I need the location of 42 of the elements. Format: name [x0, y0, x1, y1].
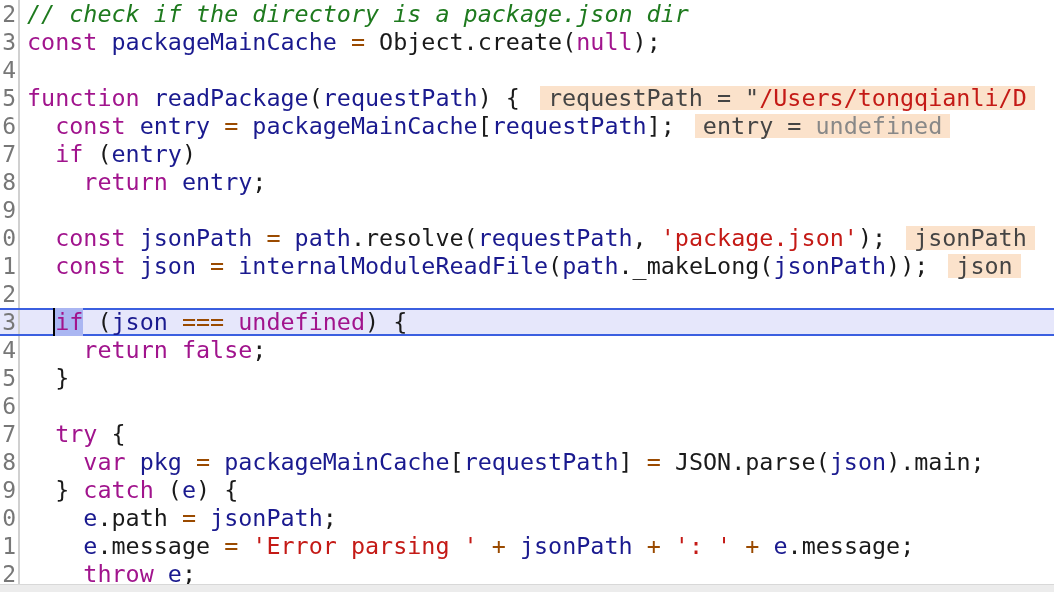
code-line: const packageMainCache = Object.create(null);	[27, 28, 661, 56]
line-number: 1	[2, 253, 16, 279]
code-line: try {	[55, 420, 126, 448]
code-line: return false;	[83, 336, 267, 364]
line-number: 5	[2, 85, 16, 111]
line-number: 4	[2, 337, 16, 363]
line-number: 9	[2, 197, 16, 223]
code-line: if (json === undefined) {	[55, 308, 408, 336]
inline-value: requestPath = "/Users/tongqianli/D	[539, 86, 1035, 110]
line-number: 5	[2, 365, 16, 391]
code-line: if (entry)	[55, 140, 197, 168]
code-line: var pkg = packageMainCache[requestPath] = JSON.parse(json).main;	[83, 448, 985, 476]
line-number: 1	[2, 533, 16, 559]
line-number: 4	[2, 57, 16, 83]
code-line: const entry = packageMainCache[requestPath];	[55, 112, 675, 140]
line-number: 0	[2, 505, 16, 531]
inline-value: entry = undefined	[694, 114, 951, 138]
inline-value: jsonPath	[906, 226, 1035, 250]
code-line: } catch (e) {	[55, 476, 239, 504]
code-line: e.path = jsonPath;	[83, 504, 337, 532]
line-number: 7	[2, 421, 16, 447]
code-line: }	[55, 364, 70, 392]
line-number: 2	[2, 561, 16, 584]
line-number: 3	[2, 310, 16, 334]
inline-value: json	[948, 254, 1021, 278]
code-line: e.message = 'Error parsing ' + jsonPath + ': ' + e.message;	[83, 532, 915, 560]
code-line: const json = internalModuleReadFile(path._makeLong(jsonPath));	[55, 252, 929, 280]
line-number: 6	[2, 113, 16, 139]
line-number: 7	[2, 141, 16, 167]
line-number: 6	[2, 393, 16, 419]
line-number: 0	[2, 225, 16, 251]
code-line: const jsonPath = path.resolve(requestPath, 'package.json');	[55, 224, 887, 252]
line-number: 8	[2, 449, 16, 475]
line-number: 9	[2, 477, 16, 503]
code-line: return entry;	[83, 168, 267, 196]
code-line: function readPackage(requestPath) {	[27, 84, 520, 112]
line-number: 3	[2, 29, 16, 55]
code-line: // check if the directory is a package.json dir	[27, 0, 689, 28]
line-number: 8	[2, 169, 16, 195]
line-number: 2	[2, 1, 16, 27]
line-number: 2	[2, 281, 16, 307]
scrollbar[interactable]	[0, 584, 1054, 592]
